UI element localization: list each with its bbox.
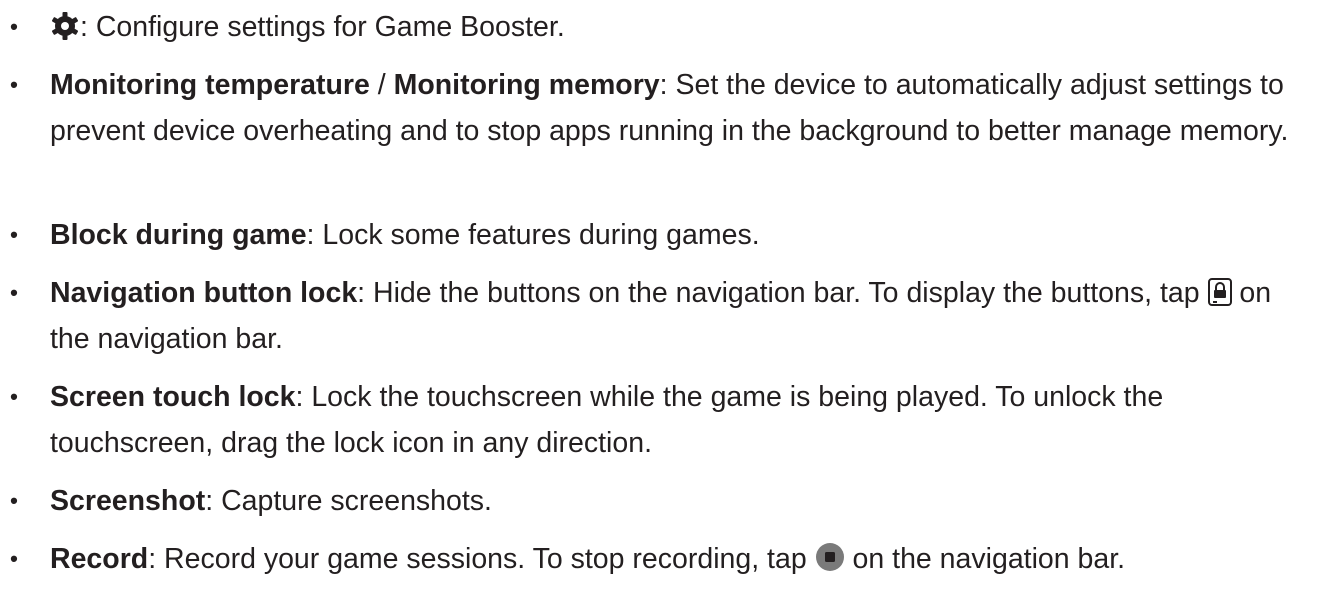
lock-icon bbox=[1207, 278, 1232, 306]
bullet: • bbox=[10, 384, 18, 409]
term-separator: / bbox=[369, 69, 394, 101]
item-term: Navigation button lock bbox=[50, 277, 358, 309]
list-item-text: : Configure settings for Game Booster. bbox=[50, 4, 1318, 50]
bullet: • bbox=[10, 72, 18, 97]
item-term-secondary: Monitoring memory bbox=[393, 69, 660, 101]
list-item-text: Monitoring temperature / Monitoring memo… bbox=[50, 62, 1318, 154]
item-description: : Lock some features during games. bbox=[306, 219, 760, 251]
gear-icon bbox=[50, 12, 80, 40]
item-term: Block during game bbox=[50, 219, 307, 251]
bullet: • bbox=[10, 280, 18, 305]
stop-record-icon bbox=[815, 542, 845, 572]
bullet: • bbox=[10, 488, 18, 513]
item-description: : Record your game sessions. To stop rec… bbox=[148, 543, 807, 575]
list-item-text: Screen touch lock: Lock the touchscreen … bbox=[50, 374, 1318, 466]
list-item-text: Record: Record your game sessions. To st… bbox=[50, 536, 1318, 582]
item-description-tail: on the navigation bar. bbox=[844, 543, 1126, 575]
bullet: • bbox=[10, 14, 18, 39]
item-term: Screen touch lock bbox=[50, 381, 296, 413]
item-description: : Hide the buttons on the navigation bar… bbox=[357, 277, 1200, 309]
item-term: Monitoring temperature bbox=[50, 69, 370, 101]
item-description: : Configure settings for Game Booster. bbox=[80, 11, 565, 43]
item-term: Screenshot bbox=[50, 485, 206, 517]
list-item-text: Screenshot: Capture screenshots. bbox=[50, 478, 1318, 524]
item-description: : Capture screenshots. bbox=[205, 485, 492, 517]
list-item-text: Navigation button lock: Hide the buttons… bbox=[50, 270, 1318, 362]
bullet: • bbox=[10, 222, 18, 247]
item-term: Record bbox=[50, 543, 149, 575]
list-item-text: Block during game: Lock some features du… bbox=[50, 212, 1318, 258]
bullet: • bbox=[10, 546, 18, 571]
